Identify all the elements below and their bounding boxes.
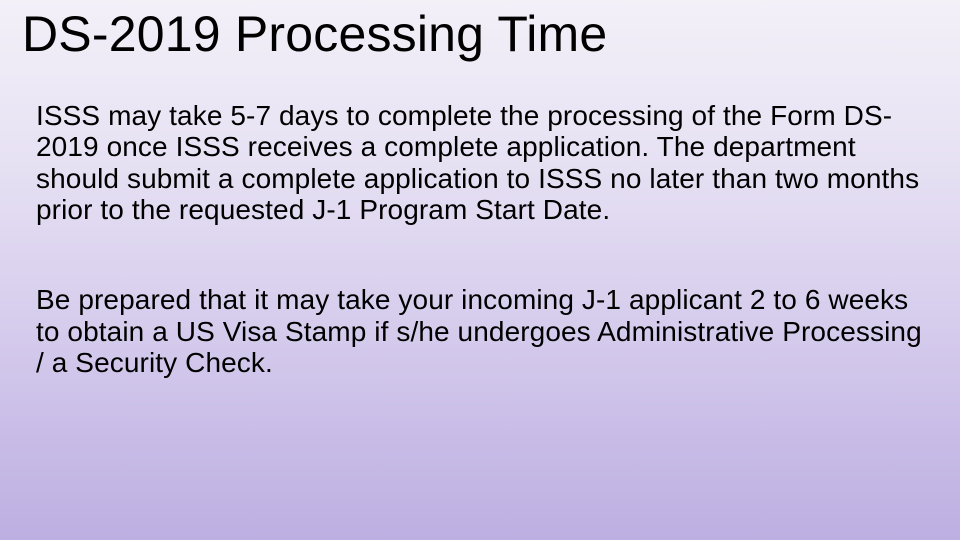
slide-container: DS-2019 Processing Time ISSS may take 5-… — [0, 0, 960, 540]
paragraph-2: Be prepared that it may take your incomi… — [36, 284, 924, 379]
paragraph-1: ISSS may take 5-7 days to complete the p… — [36, 100, 924, 227]
slide-body: ISSS may take 5-7 days to complete the p… — [22, 100, 932, 379]
slide-title: DS-2019 Processing Time — [22, 6, 932, 64]
